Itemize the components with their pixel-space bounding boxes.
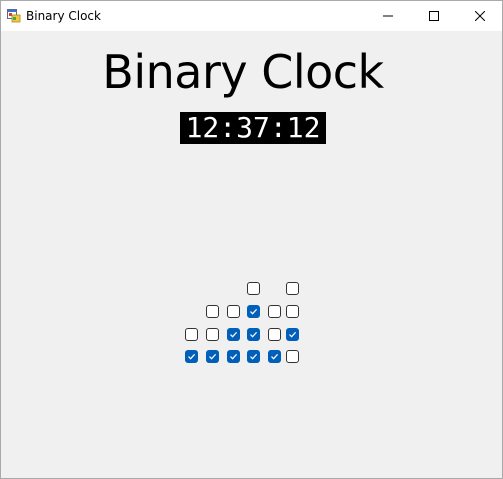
window-title: Binary Clock — [26, 9, 101, 23]
bit-checkbox-col1-row3[interactable] — [185, 328, 198, 341]
bit-checkbox-col4-row4[interactable] — [247, 350, 260, 363]
checkmark-icon — [289, 331, 297, 338]
bit-checkbox-col6-row4[interactable] — [286, 350, 299, 363]
winforms-app-icon — [7, 9, 21, 23]
bit-checkbox-col3-row2[interactable] — [227, 305, 240, 318]
bit-checkbox-col5-row2[interactable] — [268, 305, 281, 318]
bit-checkbox-col3-row4[interactable] — [227, 350, 240, 363]
bit-checkbox-col6-row3[interactable] — [286, 328, 299, 341]
minimize-icon — [383, 15, 393, 17]
bit-checkbox-col5-row3[interactable] — [268, 328, 281, 341]
time-display: 12:37:12 — [180, 112, 326, 144]
page-title: Binary Clock — [102, 45, 384, 99]
bit-checkbox-col6-row1[interactable] — [286, 282, 299, 295]
close-button[interactable] — [457, 1, 503, 31]
checkmark-icon — [209, 353, 217, 360]
bit-checkbox-col1-row4[interactable] — [185, 350, 198, 363]
binary-clock-window: Binary Clock Binary Clock 12:37:12 — [0, 0, 503, 479]
bit-checkbox-col2-row3[interactable] — [206, 328, 219, 341]
bit-checkbox-col4-row3[interactable] — [247, 328, 260, 341]
checkmark-icon — [230, 353, 238, 360]
bit-checkbox-col4-row2[interactable] — [247, 305, 260, 318]
bit-checkbox-col6-row2[interactable] — [286, 305, 299, 318]
checkmark-icon — [250, 331, 258, 338]
checkmark-icon — [230, 331, 238, 338]
bit-checkbox-col5-row4[interactable] — [268, 350, 281, 363]
maximize-button[interactable] — [411, 1, 457, 31]
maximize-icon — [429, 11, 439, 21]
bit-checkbox-col3-row3[interactable] — [227, 328, 240, 341]
bit-checkbox-col2-row4[interactable] — [206, 350, 219, 363]
checkmark-icon — [271, 353, 279, 360]
checkmark-icon — [188, 353, 196, 360]
close-icon — [475, 11, 485, 21]
checkmark-icon — [250, 353, 258, 360]
bit-checkbox-col2-row2[interactable] — [206, 305, 219, 318]
bit-checkbox-col4-row1[interactable] — [247, 282, 260, 295]
checkmark-icon — [250, 308, 258, 315]
title-bar[interactable]: Binary Clock — [1, 1, 502, 31]
minimize-button[interactable] — [365, 1, 411, 31]
